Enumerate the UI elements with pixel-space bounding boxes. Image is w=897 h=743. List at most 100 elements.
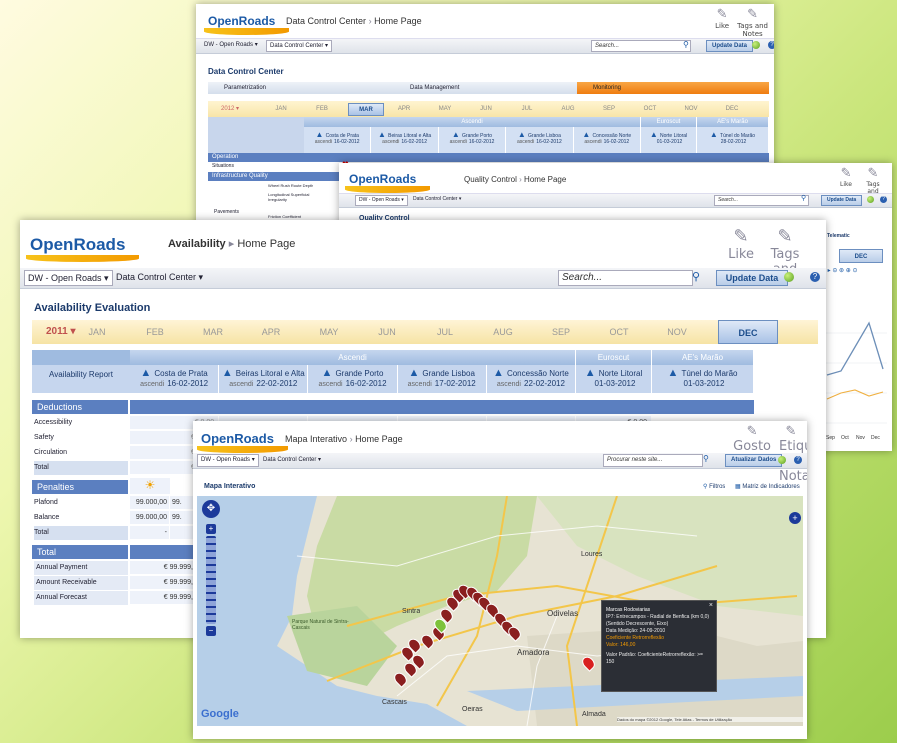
concession-1[interactable]: ▲ Beiras Litoral e Alta ascendi 16-02-2012 [371,127,439,153]
update-data-button[interactable]: Atualizar Dados [725,454,783,467]
tag-icon: ✎ [747,7,758,22]
filters-link[interactable]: ⚲ Filtros [703,483,725,490]
tags-button[interactable]: ✎ Tags and Notes [737,7,768,38]
nav-dw-openroads[interactable]: DW - Open Roads ▾ [24,270,113,286]
breadcrumb-home[interactable]: Home Page [374,16,422,26]
tab-monitoring[interactable]: Monitoring [577,82,769,94]
month-jul[interactable]: JUL [428,326,462,338]
month-may[interactable]: MAY [430,104,460,114]
road-icon: ▲ [140,367,155,379]
nav-data-control-center[interactable]: Data Control Center ▾ [263,456,321,463]
search-input[interactable]: Search... [714,195,809,206]
concession-5[interactable]: ▲ Norte Litoral 01-03-2012 [576,365,652,393]
help-icon[interactable]: ? [810,272,820,282]
month-jun[interactable]: JUN [471,104,501,114]
month-jan[interactable]: JAN [266,104,296,114]
search-input[interactable]: Search... [558,270,693,286]
series-line-blue [826,321,884,376]
update-data-button[interactable]: Update Data [706,40,754,52]
search-icon[interactable]: ⚲ [801,194,806,202]
concession-6[interactable]: ▲ Túnel do Marão 01-03-2012 [652,365,754,393]
breadcrumb-home[interactable]: Home Page [355,434,403,444]
like-button[interactable]: ✎ Like [715,7,729,38]
concession-0[interactable]: ▲ Costa de Prata ascendi 16-02-2012 [304,127,372,153]
total-row-1: Amount Receivable [34,576,128,590]
month-aug[interactable]: AUG [486,326,520,338]
year-selector[interactable]: 2011 ▾ [46,326,76,337]
road-icon: ▲ [517,130,529,139]
concession-1[interactable]: ▲ Beiras Litoral e Alta ascendi 22-02-2012 [219,365,309,393]
update-data-button[interactable]: Update Data [716,270,788,286]
interactive-map[interactable]: Loures Odivelas Amadora Sintra Cascais O… [197,496,803,726]
zoom-slider[interactable] [206,536,216,624]
month-may[interactable]: MAY [312,326,346,338]
zoom-in-button[interactable]: + [206,524,216,534]
chart-x-label-dec: Dec [871,435,880,441]
breadcrumb-home[interactable]: Home Page [524,175,566,184]
title-bar: OpenRoads Availability ▸ Home Page ✎ Like… [20,220,826,292]
nav-dw-openroads[interactable]: DW - Open Roads ▾ [197,454,259,467]
zoom-out-button[interactable]: − [206,626,216,636]
year-selector[interactable]: 2012 ▾ [221,105,239,112]
tag-icon: ✎ [867,166,879,181]
concession-3[interactable]: ▲ Grande Lisboa ascendi 17-02-2012 [397,365,487,393]
search-icon[interactable]: ⚲ [683,40,689,49]
pan-control[interactable]: ✥ [202,500,220,518]
concession-5[interactable]: ▲ Norte Litoral 01-03-2012 [641,127,697,153]
nav-bar: DW - Open Roads ▾ Data Control Center ▾ … [339,194,892,208]
search-input[interactable]: Search... [591,40,691,52]
map-zoom-right-button[interactable]: + [789,512,801,524]
tab-parametrization[interactable]: Parametrization [208,82,394,94]
month-dec[interactable]: DEC [717,104,747,114]
month-nov[interactable]: NOV [660,326,694,338]
help-icon[interactable]: ? [794,456,802,464]
info-popup[interactable]: × Marcas Rodoviarias IP7: Entrecampos - … [601,600,717,692]
search-input[interactable]: Procurar neste site... [603,454,703,467]
month-apr[interactable]: APR [389,104,419,114]
concession-4[interactable]: ▲ Concessão Norte ascendi 22-02-2012 [486,365,576,393]
update-data-button[interactable]: Update Data [821,195,863,206]
help-icon[interactable]: ? [768,41,774,49]
month-sep[interactable]: SEP [544,326,578,338]
concession-date: 01-03-2012 [594,379,636,388]
month-mar[interactable]: MAR [348,103,384,116]
nav-data-control-center[interactable]: Data Control Center ▾ [413,196,461,202]
concession-2[interactable]: ▲ Grande Porto ascendi 16-02-2012 [308,365,398,393]
month-nov[interactable]: NOV [676,104,706,114]
month-oct[interactable]: OCT [602,326,636,338]
road-icon: ▲ [315,130,326,139]
concession-sub: ascendi [318,381,343,388]
nav-data-control-center[interactable]: Data Control Center ▾ [266,40,333,52]
month-mar[interactable]: MAR [196,326,230,338]
month-jul[interactable]: JUL [512,104,542,114]
month-oct[interactable]: OCT [635,104,665,114]
month-jun[interactable]: JUN [370,326,404,338]
month-feb[interactable]: FEB [307,104,337,114]
tab-data-management[interactable]: Data Management [394,82,577,94]
search-icon[interactable]: ⚲ [703,454,709,463]
nav-data-control-center[interactable]: Data Control Center ▾ [116,272,203,283]
month-aug[interactable]: AUG [553,104,583,114]
concession-4[interactable]: ▲ Concessão Norte ascendi 16-02-2012 [573,127,641,153]
month-sep[interactable]: SEP [594,104,624,114]
month-feb[interactable]: FEB [138,326,172,338]
indicator-matrix-link[interactable]: ▦ Matriz de Indicadores [735,483,800,490]
month-jan[interactable]: JAN [80,326,114,338]
road-icon: ▲ [408,367,423,379]
nav-dw-openroads[interactable]: DW - Open Roads ▾ [355,195,408,206]
concession-2[interactable]: ▲ Grande Porto ascendi 16-02-2012 [438,127,507,153]
search-icon[interactable]: ⚲ [692,270,700,283]
breadcrumb-home[interactable]: Home Page [237,238,295,250]
month-dec[interactable]: DEC [718,320,778,344]
help-icon[interactable]: ? [880,196,887,203]
concession-6[interactable]: ▲ Túnel do Marão 28-02-2012 [697,127,769,153]
page-title: Mapa Interativo [285,434,348,444]
concession-3[interactable]: ▲ Grande Lisboa ascendi 16-02-2012 [506,127,574,153]
concession-date: 16-02-2012 [603,139,630,145]
concession-0[interactable]: ▲ Costa de Prata ascendi 16-02-2012 [130,365,220,393]
popup-close-icon[interactable]: × [709,602,713,609]
month-dec[interactable]: DEC [839,249,883,263]
month-apr[interactable]: APR [254,326,288,338]
concession-name: Beiras Litoral e Alta [235,369,305,378]
nav-dw-openroads[interactable]: DW - Open Roads ▾ [204,41,258,48]
